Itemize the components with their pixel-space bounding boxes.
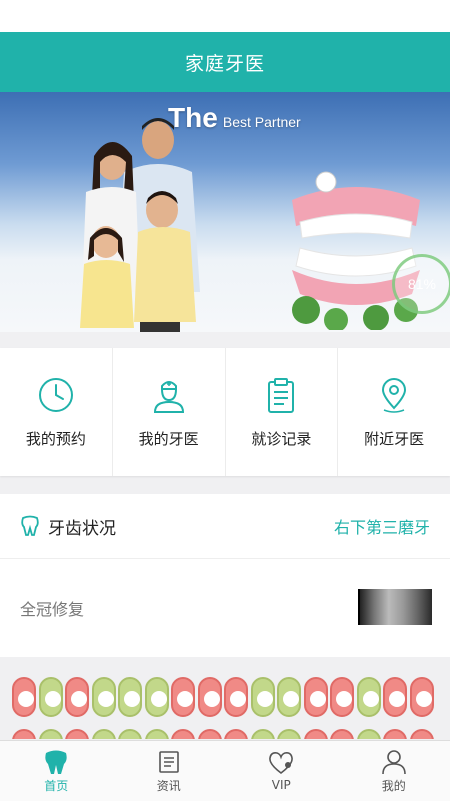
app-header: 家庭牙医 [0, 32, 450, 92]
tooth-marker[interactable] [65, 677, 89, 717]
tooth-marker-dot [151, 691, 167, 707]
tooth-marker[interactable] [171, 729, 195, 739]
tooth-marker-dot [98, 691, 114, 707]
doctor-icon [150, 376, 188, 414]
tooth-marker-dot [389, 691, 405, 707]
tab-label: VIP [272, 778, 291, 792]
tooth-marker-dot [310, 691, 326, 707]
clock-icon [37, 376, 75, 414]
tooth-marker[interactable] [330, 729, 354, 739]
tooth-marker-dot [71, 691, 87, 707]
tooth-marker[interactable] [118, 677, 142, 717]
selected-tooth: 右下第三磨牙 [334, 514, 430, 538]
tooth-marker-dot [416, 691, 432, 707]
menu-label: 就诊记录 [251, 428, 311, 449]
progress-badge: 81% [392, 254, 450, 314]
menu-my-dentist[interactable]: 我的牙医 [113, 348, 226, 476]
tooth-marker[interactable] [277, 729, 301, 739]
menu-visit-records[interactable]: 就诊记录 [226, 348, 339, 476]
tooth-marker[interactable] [39, 729, 63, 739]
tooth-marker[interactable] [39, 677, 63, 717]
teeth-chart [0, 657, 450, 739]
tooth-marker[interactable] [251, 677, 275, 717]
tooth-marker[interactable] [304, 729, 328, 739]
tooth-marker-dot [363, 691, 379, 707]
heart-stethoscope-icon [267, 750, 295, 776]
tooth-marker[interactable] [410, 729, 434, 739]
tooth-marker[interactable] [198, 677, 222, 717]
treatment-label: 全冠修复 [20, 596, 84, 620]
status-bar [0, 0, 450, 32]
tooth-marker[interactable] [330, 677, 354, 717]
tooth-marker[interactable] [12, 677, 36, 717]
tooth-tab-icon [43, 749, 69, 775]
menu-nearby-dentists[interactable]: 附近牙医 [338, 348, 450, 476]
tooth-marker[interactable] [357, 729, 381, 739]
tooth-marker[interactable] [145, 729, 169, 739]
quick-menu: 我的预约 我的牙医 就诊记录 附近牙医 [0, 348, 450, 476]
tab-label: 首页 [44, 777, 68, 794]
tooth-marker-dot [336, 691, 352, 707]
tab-label: 资讯 [157, 777, 181, 794]
bottom-tab-bar: 首页 资讯 VIP 我的 [0, 740, 450, 801]
user-icon [381, 749, 407, 775]
tooth-marker[interactable] [65, 729, 89, 739]
tab-vip[interactable]: VIP [225, 741, 338, 801]
tooth-marker[interactable] [304, 677, 328, 717]
tooth-marker[interactable] [198, 729, 222, 739]
xray-thumbnail[interactable] [358, 589, 432, 625]
tooth-marker-dot [18, 691, 34, 707]
tooth-marker-dot [257, 691, 273, 707]
tooth-marker-dot [283, 691, 299, 707]
tooth-marker[interactable] [383, 729, 407, 739]
tooth-marker-dot [177, 691, 193, 707]
menu-label: 附近牙医 [364, 428, 424, 449]
tab-profile[interactable]: 我的 [338, 741, 450, 801]
menu-label: 我的牙医 [139, 428, 199, 449]
tooth-marker[interactable] [357, 677, 381, 717]
tooth-marker[interactable] [277, 677, 301, 717]
tab-news[interactable]: 资讯 [113, 741, 226, 801]
promo-banner[interactable]: The Best Partner 81% [0, 92, 450, 332]
tooth-marker-dot [230, 691, 246, 707]
tooth-marker-dot [124, 691, 140, 707]
treatment-row[interactable]: 全冠修复 [0, 559, 450, 657]
news-icon [156, 749, 182, 775]
tooth-marker[interactable] [92, 729, 116, 739]
dental-status-header[interactable]: 牙齿状况 右下第三磨牙 [0, 494, 450, 559]
tooth-icon [20, 515, 40, 537]
location-pin-icon [375, 376, 413, 414]
tooth-marker[interactable] [118, 729, 142, 739]
tooth-marker[interactable] [383, 677, 407, 717]
tooth-marker[interactable] [251, 729, 275, 739]
tooth-marker[interactable] [12, 729, 36, 739]
tooth-marker[interactable] [410, 677, 434, 717]
family-image [40, 92, 280, 332]
tooth-marker[interactable] [224, 729, 248, 739]
menu-my-appointments[interactable]: 我的预约 [0, 348, 113, 476]
tooth-marker-dot [204, 691, 220, 707]
dental-status-title: 牙齿状况 [48, 514, 116, 539]
menu-label: 我的预约 [26, 428, 86, 449]
clipboard-icon [262, 376, 300, 414]
tab-label: 我的 [382, 777, 406, 794]
tooth-marker[interactable] [171, 677, 195, 717]
tab-home[interactable]: 首页 [0, 741, 113, 801]
page-title: 家庭牙医 [185, 49, 265, 76]
tooth-marker[interactable] [92, 677, 116, 717]
tooth-marker[interactable] [145, 677, 169, 717]
tooth-marker[interactable] [224, 677, 248, 717]
progress-text: 81% [408, 276, 436, 292]
tooth-marker-dot [45, 691, 61, 707]
